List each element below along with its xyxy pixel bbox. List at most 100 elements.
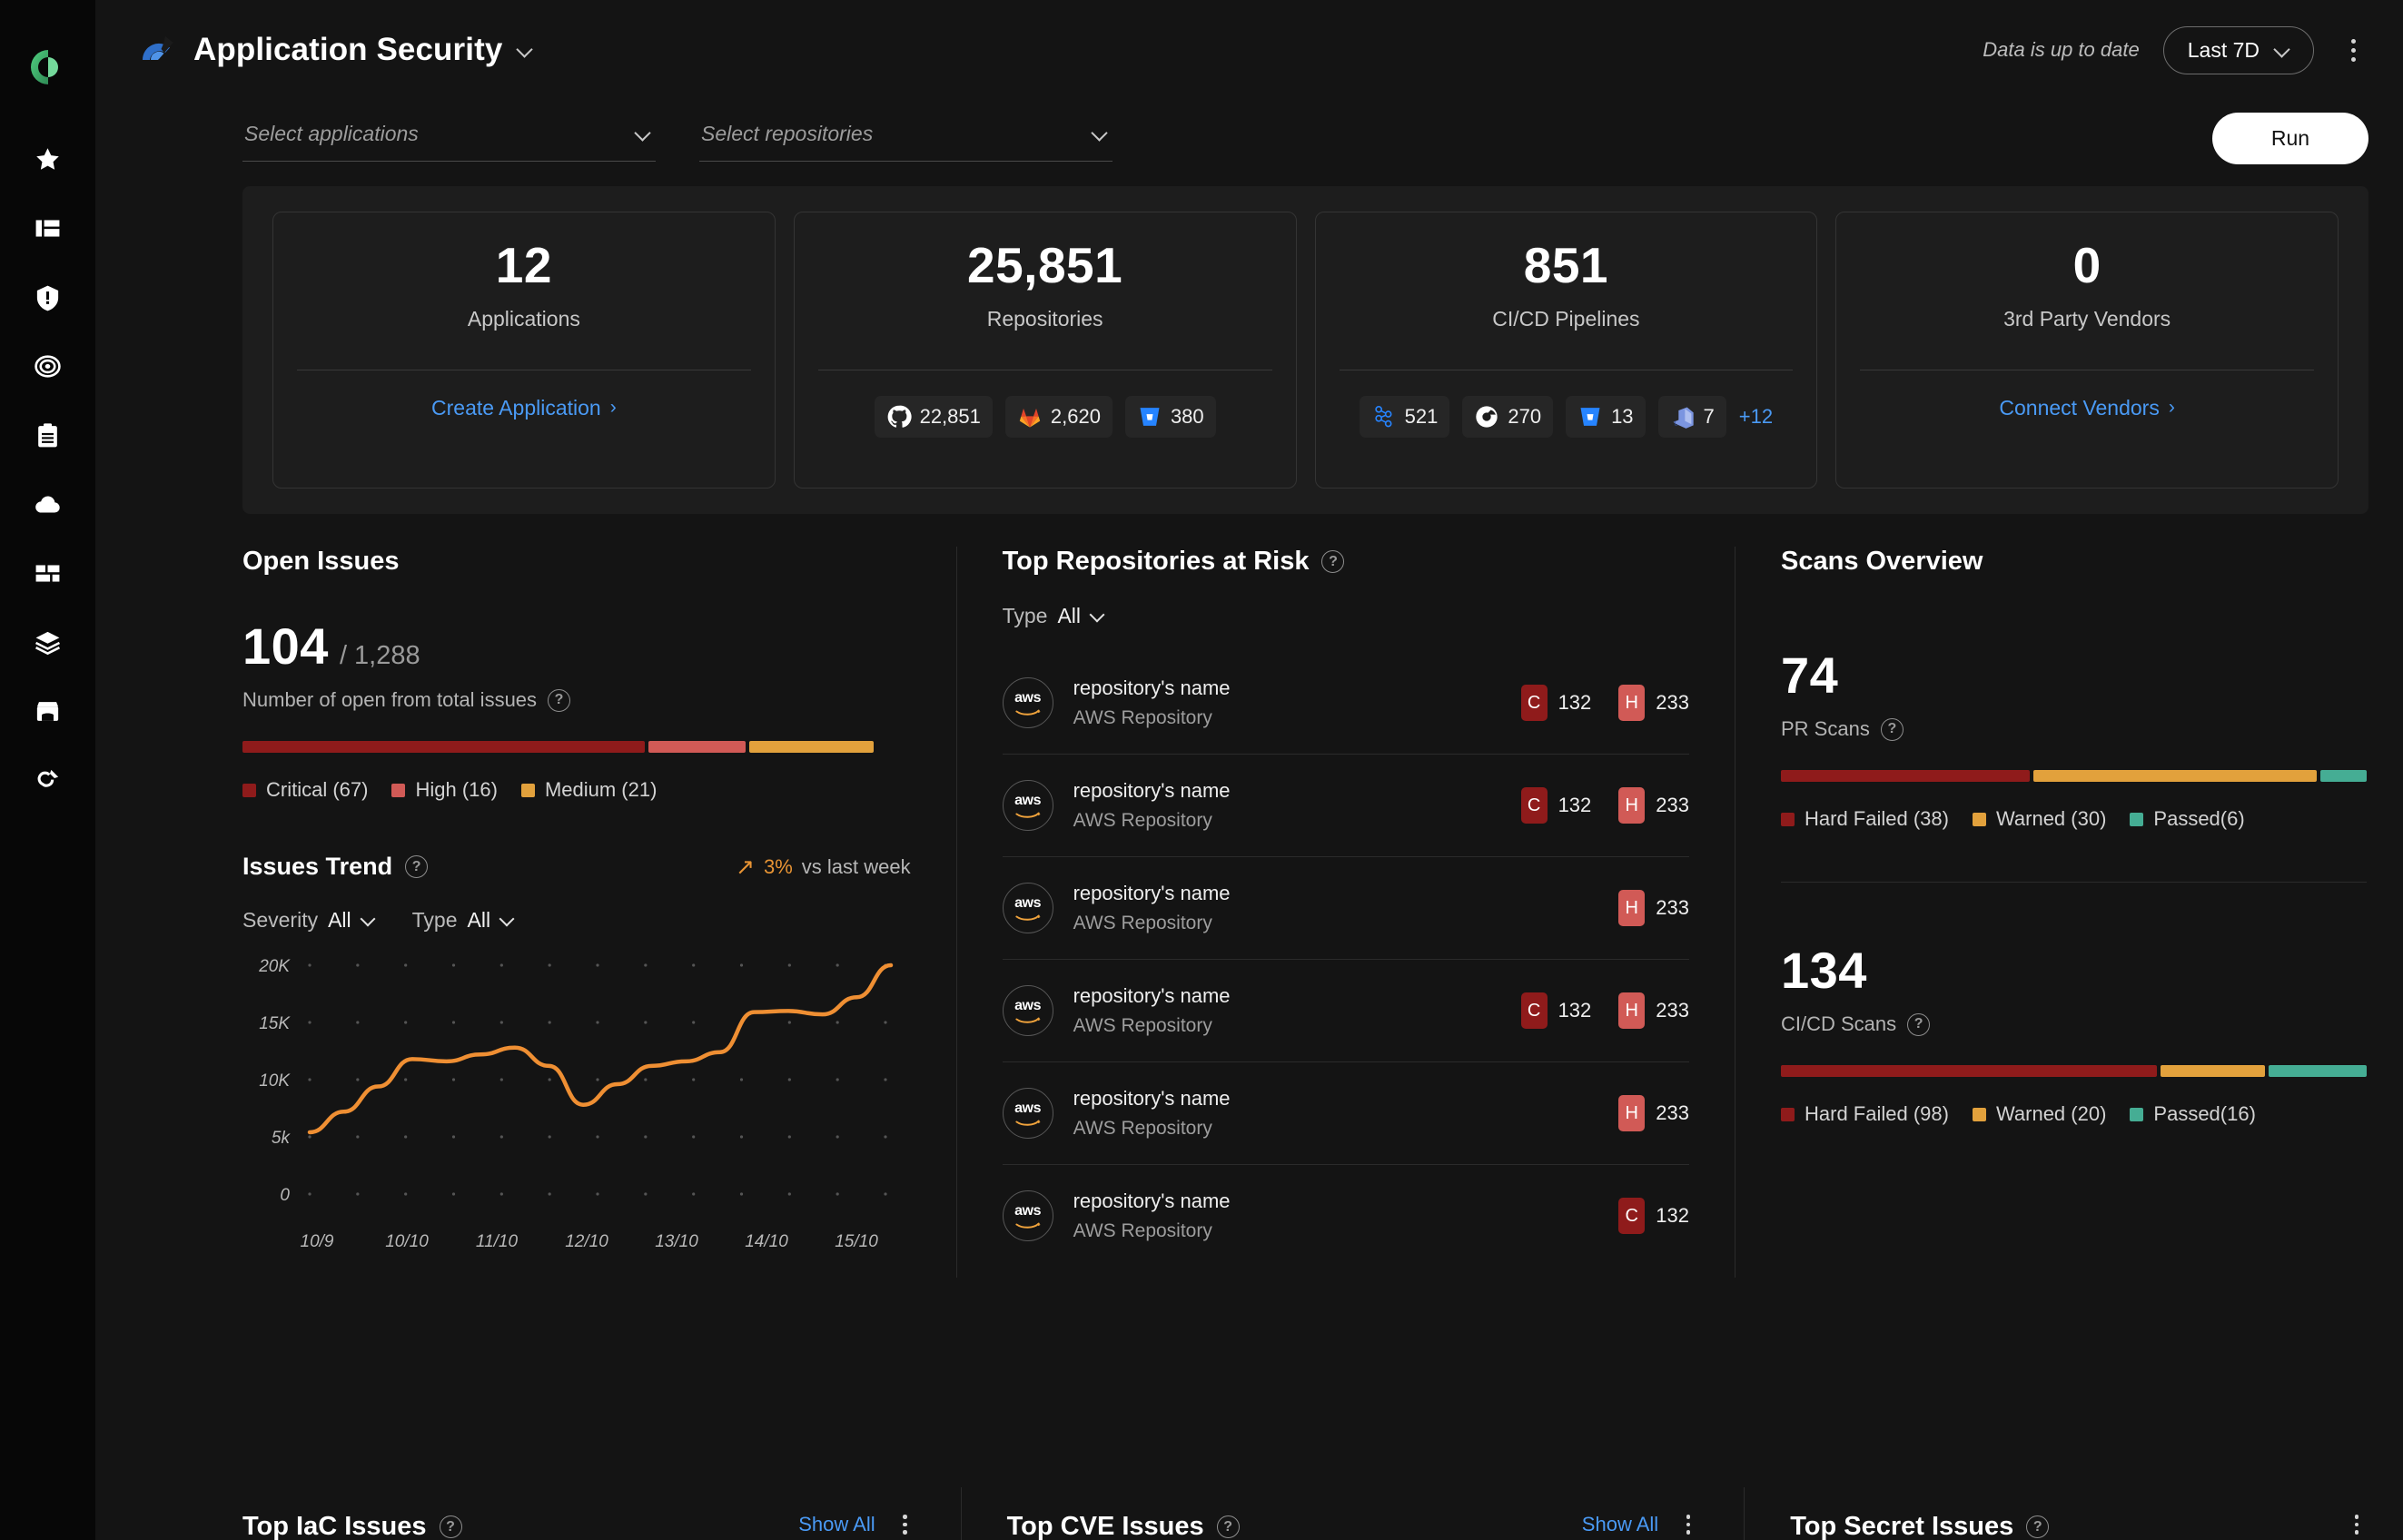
create-application-label: Create Application [431, 395, 601, 420]
chip-bitbucket-pipelines[interactable]: 13 [1566, 395, 1646, 438]
repository-name: repository's name [1073, 1190, 1231, 1212]
kpi-card-applications[interactable]: 12 Applications Create Application › [272, 212, 776, 489]
chip-circleci[interactable]: 270 [1462, 395, 1554, 438]
legend-item-hard-failed: Hard Failed (38) [1781, 807, 1949, 831]
repository-row[interactable]: aws repository's name AWS Repository C 132 H 2… [1002, 960, 1689, 1062]
repository-row[interactable]: aws repository's name AWS Repository H 233 [1002, 857, 1689, 960]
chip-bitbucket[interactable]: 380 [1124, 395, 1216, 438]
help-circle-icon[interactable]: ? [1907, 1012, 1931, 1036]
top-cve-issues-actions: Show All [1582, 1509, 1698, 1540]
repository-row[interactable]: aws repository's name AWS Repository H 233 [1002, 1062, 1689, 1165]
filter-row: Select applications Select repositories … [95, 100, 2403, 164]
chip-github[interactable]: 22,851 [874, 395, 993, 438]
shield-alert-icon [36, 285, 59, 311]
svg-text:0: 0 [280, 1186, 290, 1205]
create-application-link[interactable]: Create Application › [431, 396, 617, 420]
repositories-select[interactable]: Select repositories [699, 116, 1112, 162]
sidebar-item-violations[interactable] [0, 262, 95, 331]
type-filter[interactable]: Type All [412, 908, 515, 933]
chip-value: 380 [1170, 404, 1204, 428]
bar-segment-warned [2032, 770, 2318, 782]
chip-gitlab[interactable]: 2,620 [1004, 395, 1112, 438]
kebab-menu-icon[interactable] [1678, 1509, 1698, 1540]
help-circle-icon[interactable]: ? [548, 688, 571, 712]
circleci-icon [1476, 406, 1498, 428]
legend-swatch [391, 783, 406, 797]
app-logo[interactable] [0, 24, 95, 110]
repository-meta: repository's name AWS Repository [1073, 882, 1231, 934]
help-circle-icon[interactable]: ? [1216, 1515, 1240, 1538]
sidebar-item-reports[interactable] [0, 400, 95, 469]
kpi-label: CI/CD Pipelines [1492, 306, 1640, 331]
more-options-button[interactable] [2338, 32, 2368, 68]
app-root: Application Security Data is up to date … [0, 0, 2403, 1540]
help-circle-icon[interactable]: ? [405, 855, 429, 878]
panel-scans-overview: Scans Overview 74 PR Scans ? Hard Failed… [1735, 547, 2403, 1278]
repository-meta: repository's name AWS Repository [1073, 779, 1231, 832]
legend-swatch [520, 783, 535, 797]
repo-type-filter[interactable]: Type All [1003, 604, 1105, 628]
severity-critical: C 132 [1520, 685, 1591, 721]
date-range-picker[interactable]: Last 7D [2162, 25, 2314, 74]
bar-segment-critical [242, 741, 646, 753]
repositories-select-placeholder: Select repositories [701, 121, 874, 145]
kebab-menu-icon[interactable] [2347, 1509, 2367, 1540]
help-circle-icon[interactable]: ? [439, 1515, 462, 1538]
sidebar-item-marketplace[interactable] [0, 676, 95, 745]
legend-item-medium: Medium (21) [520, 778, 657, 802]
kpi-card-3rd-party-vendors[interactable]: 0 3rd Party Vendors Connect Vendors › [1835, 212, 2339, 489]
kpi-card-cicd-pipelines[interactable]: 851 CI/CD Pipelines 521 270 13 L 7 +12 [1314, 212, 1818, 489]
chip-azure-devops[interactable]: L 7 [1657, 395, 1726, 438]
show-all-link[interactable]: Show All [1582, 1513, 1658, 1536]
kpi-card-repositories[interactable]: 25,851 Repositories 22,851 2,620 380 [793, 212, 1297, 489]
data-status-text: Data is up to date [1983, 38, 2140, 61]
repository-row[interactable]: aws repository's name AWS Repository C 132 H 2… [1002, 755, 1689, 857]
sidebar-item-dashboard[interactable] [0, 193, 95, 262]
severity-tag: H [1618, 1095, 1646, 1131]
github-icon [887, 405, 912, 428]
aws-icon: aws [1002, 1088, 1053, 1139]
severity-group: C 132 [1618, 1198, 1689, 1234]
sidebar-item-integrations[interactable] [0, 745, 95, 814]
kpi-value: 851 [1523, 237, 1608, 293]
plug-icon [37, 769, 59, 787]
severity-filter[interactable]: Severity All [242, 908, 376, 933]
run-button[interactable]: Run [2212, 113, 2368, 164]
top-bar: Application Security Data is up to date … [95, 0, 2403, 100]
severity-count: 132 [1656, 1204, 1689, 1227]
repository-name: repository's name [1073, 882, 1231, 904]
connect-vendors-link[interactable]: Connect Vendors › [1999, 396, 2174, 420]
show-all-link[interactable]: Show All [798, 1513, 875, 1536]
bitbucket-pipelines-icon [1580, 407, 1600, 426]
help-circle-icon[interactable]: ? [2026, 1515, 2050, 1538]
sidebar-item-policies[interactable] [0, 331, 95, 400]
chevron-down-icon[interactable] [517, 43, 532, 58]
sidebar-item-layers[interactable] [0, 607, 95, 676]
sidebar-item-cloud[interactable] [0, 469, 95, 538]
help-circle-icon[interactable]: ? [1321, 550, 1345, 573]
repository-row[interactable]: aws repository's name AWS Repository C 132 [1002, 1165, 1689, 1267]
chips-more-count[interactable]: +12 [1739, 405, 1773, 429]
applications-select[interactable]: Select applications [242, 116, 656, 162]
repository-row[interactable]: aws repository's name AWS Repository C 132 H 2… [1002, 652, 1689, 755]
svg-text:20K: 20K [258, 957, 291, 976]
legend-label: Hard Failed (38) [1805, 807, 1949, 830]
repository-type: AWS Repository [1073, 707, 1212, 728]
legend-label: Hard Failed (98) [1805, 1102, 1949, 1125]
chevron-down-icon [1091, 609, 1105, 624]
sidebar-item-favorites[interactable] [0, 124, 95, 193]
legend-item-high: High (16) [391, 778, 498, 802]
help-circle-icon[interactable]: ? [1880, 717, 1904, 741]
severity-high: H 233 [1618, 1095, 1689, 1131]
chip-value: 13 [1611, 404, 1634, 428]
chip-jenkins[interactable]: 521 [1359, 395, 1450, 438]
chip-value: 521 [1404, 404, 1439, 428]
page-title-group[interactable]: Application Security [139, 32, 532, 68]
issues-trend-svg: 0 5k 10K 15K 20K 10/9 10/10 11/10 12/10 13/10 14/1… [258, 957, 894, 1251]
severity-critical: C 132 [1520, 787, 1591, 824]
severity-high: H 233 [1618, 890, 1689, 926]
top-secret-issues-title-group: Top Secret Issues ? [1790, 1514, 2050, 1540]
kebab-dot [2350, 38, 2356, 44]
kebab-menu-icon[interactable] [895, 1509, 915, 1540]
sidebar-item-inventory[interactable] [0, 538, 95, 607]
